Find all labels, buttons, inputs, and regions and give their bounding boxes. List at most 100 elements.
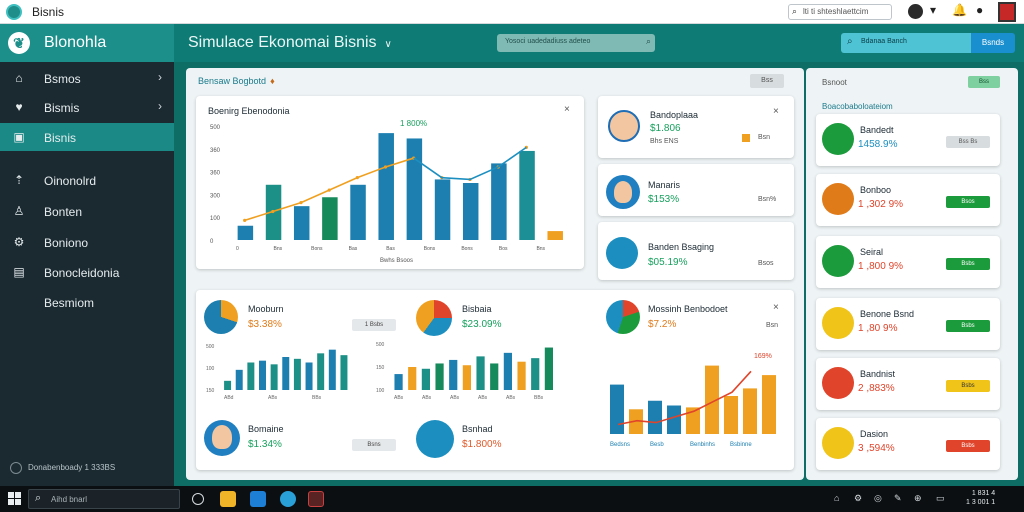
tray-icon[interactable]: ✎ bbox=[894, 493, 902, 504]
right-item-pill[interactable]: Bsos bbox=[946, 196, 990, 208]
bar bbox=[247, 362, 255, 390]
window-title: Bisnis bbox=[32, 5, 65, 19]
settings-icon: ⚙ bbox=[13, 235, 25, 249]
card-value: $1.34% bbox=[248, 439, 282, 450]
start-icon[interactable] bbox=[8, 492, 22, 506]
person-face bbox=[614, 181, 632, 203]
brand-name: Blonohla bbox=[44, 34, 107, 51]
sidebar-item-1[interactable]: ⌂ Bsmos › bbox=[0, 64, 174, 92]
mini-chart-3: 169% Bedsns Besb Benbinhs Bsbinne bbox=[610, 353, 776, 448]
sidebar: ⌂ Bsmos › ♥ Bismis › ▣ Bisnis ⇡ Oinonolr… bbox=[0, 62, 174, 486]
right-item-name: Bandedt bbox=[860, 125, 894, 135]
x-tick-label: ABs bbox=[450, 395, 460, 400]
x-tick-label: ABs bbox=[268, 395, 278, 400]
section-title[interactable]: Bensaw Bogbotd ♦ bbox=[198, 76, 275, 86]
tray-icon[interactable]: ▭ bbox=[936, 493, 945, 504]
store-icon[interactable] bbox=[250, 491, 266, 507]
pie-icon bbox=[416, 300, 452, 336]
browser-icon[interactable] bbox=[280, 491, 296, 507]
chevron-down-icon[interactable]: ▾ bbox=[930, 3, 936, 17]
home-icon: ⌂ bbox=[15, 71, 23, 85]
tray-icon[interactable]: ⚙ bbox=[854, 493, 862, 504]
x-axis-label: Bwhs Bsoos bbox=[380, 258, 413, 264]
y-tick-label: 100 bbox=[210, 216, 221, 222]
trend-line-blue bbox=[413, 146, 527, 181]
close-icon[interactable]: × bbox=[773, 302, 779, 313]
red-graph-icon bbox=[822, 367, 854, 399]
tray-icon[interactable]: ◎ bbox=[874, 493, 882, 504]
yellow-box-icon bbox=[822, 427, 854, 459]
x-tick-label: ABs bbox=[478, 395, 488, 400]
right-item-pill[interactable]: Bsbs bbox=[946, 380, 990, 392]
bar bbox=[490, 363, 499, 390]
sidebar-item-8[interactable]: Besmiom bbox=[0, 288, 174, 316]
flag-icon[interactable] bbox=[998, 2, 1016, 22]
bar bbox=[235, 369, 243, 390]
page-title[interactable]: Simulace Ekonomai Bisnis ∨ bbox=[188, 34, 392, 52]
close-icon[interactable]: × bbox=[564, 104, 570, 115]
bar bbox=[421, 368, 430, 390]
header-search-input[interactable]: Yosoci uadedadiuss adeteo ⌕ bbox=[497, 34, 655, 52]
right-panel-badge[interactable]: Bss bbox=[968, 76, 1000, 88]
card-name: Bsnhad bbox=[462, 424, 493, 434]
card-value: $7.2% bbox=[648, 319, 677, 330]
card-value: $1.806 bbox=[650, 123, 681, 134]
right-item-pill[interactable]: Bsbs bbox=[946, 320, 990, 332]
card-pill[interactable]: Bsns bbox=[352, 439, 396, 451]
card-name: Bandoplaaa bbox=[650, 110, 699, 120]
bar bbox=[762, 375, 776, 434]
bar bbox=[519, 150, 535, 240]
app-icon[interactable] bbox=[308, 491, 324, 507]
card-name: Manaris bbox=[648, 180, 681, 190]
close-icon[interactable]: × bbox=[773, 106, 779, 117]
bell-icon[interactable]: 🔔 bbox=[952, 3, 967, 17]
y-tick-label: 150 bbox=[376, 365, 385, 371]
sidebar-item-6[interactable]: ⚙ Boniono bbox=[0, 228, 174, 256]
bar bbox=[531, 358, 540, 390]
taskbar-search[interactable]: ⌕ Aihd bnarl bbox=[28, 489, 180, 509]
sidebar-item-2[interactable]: ♥ Bismis › bbox=[0, 93, 174, 121]
bar bbox=[544, 347, 553, 390]
right-item-name: Dasion bbox=[860, 429, 889, 439]
bar bbox=[224, 380, 232, 390]
mini-chart-2: 100 150 500 ABs ABs ABs ABs ABs BBs bbox=[376, 342, 553, 400]
clock[interactable]: 1 831 4 1 3 001 1 bbox=[966, 489, 995, 507]
card-pill: Bsn bbox=[766, 322, 779, 329]
sidebar-item-5[interactable]: ♙ Bonten bbox=[0, 197, 174, 225]
tray-icon[interactable]: ⊕ bbox=[914, 493, 922, 504]
task-view-icon[interactable] bbox=[192, 493, 204, 505]
y-tick-label: 500 bbox=[206, 344, 215, 350]
sidebar-footer[interactable]: Donabenboady 1 333BS bbox=[10, 462, 115, 474]
right-item-value: 1 ,800 9% bbox=[858, 261, 904, 272]
right-item-value: 2 ,883% bbox=[858, 383, 895, 394]
user-avatar[interactable] bbox=[908, 4, 923, 19]
folder-icon[interactable] bbox=[220, 491, 236, 507]
leaf-logo-icon: ❦ bbox=[8, 32, 30, 54]
right-item-pill[interactable]: Bss Bs bbox=[946, 136, 990, 148]
sidebar-item-4[interactable]: ⇡ Oinonolrd bbox=[0, 166, 174, 194]
x-tick-label: ABs bbox=[394, 395, 404, 400]
bar bbox=[328, 349, 336, 390]
section-badge[interactable]: Bss bbox=[750, 74, 784, 88]
brand[interactable]: ❦ Blonohla bbox=[0, 24, 174, 62]
right-item-pill[interactable]: Bsbs bbox=[946, 258, 990, 270]
right-item-pill[interactable]: Bsbs bbox=[946, 440, 990, 452]
sidebar-item-7[interactable]: ▤ Bonocleidonia bbox=[0, 258, 174, 286]
x-tick-label: ABs bbox=[422, 395, 432, 400]
notification-icon[interactable]: ● bbox=[976, 3, 983, 17]
sidebar-item-3[interactable]: ▣ Bisnis bbox=[0, 123, 174, 151]
search-icon: ⌕ bbox=[792, 6, 798, 16]
person-icon bbox=[822, 307, 854, 339]
tray-icon[interactable]: ⌂ bbox=[834, 493, 839, 503]
chart-annotation: 169% bbox=[754, 353, 772, 360]
status-icon bbox=[10, 462, 22, 474]
bar bbox=[340, 355, 348, 390]
branch-input[interactable]: ⌕ Bdanaa Banch bbox=[841, 33, 971, 53]
bar bbox=[322, 197, 338, 240]
x-tick-label: Benbinhs bbox=[690, 442, 715, 448]
y-tick-label: 500 bbox=[376, 342, 385, 348]
card-pill[interactable]: 1 Bsbs bbox=[352, 319, 396, 331]
bar bbox=[282, 357, 290, 390]
header-submit-button[interactable]: Bsnds bbox=[971, 33, 1015, 53]
titlebar-search[interactable]: ⌕ lti ti shteshlaettcim bbox=[788, 4, 892, 20]
